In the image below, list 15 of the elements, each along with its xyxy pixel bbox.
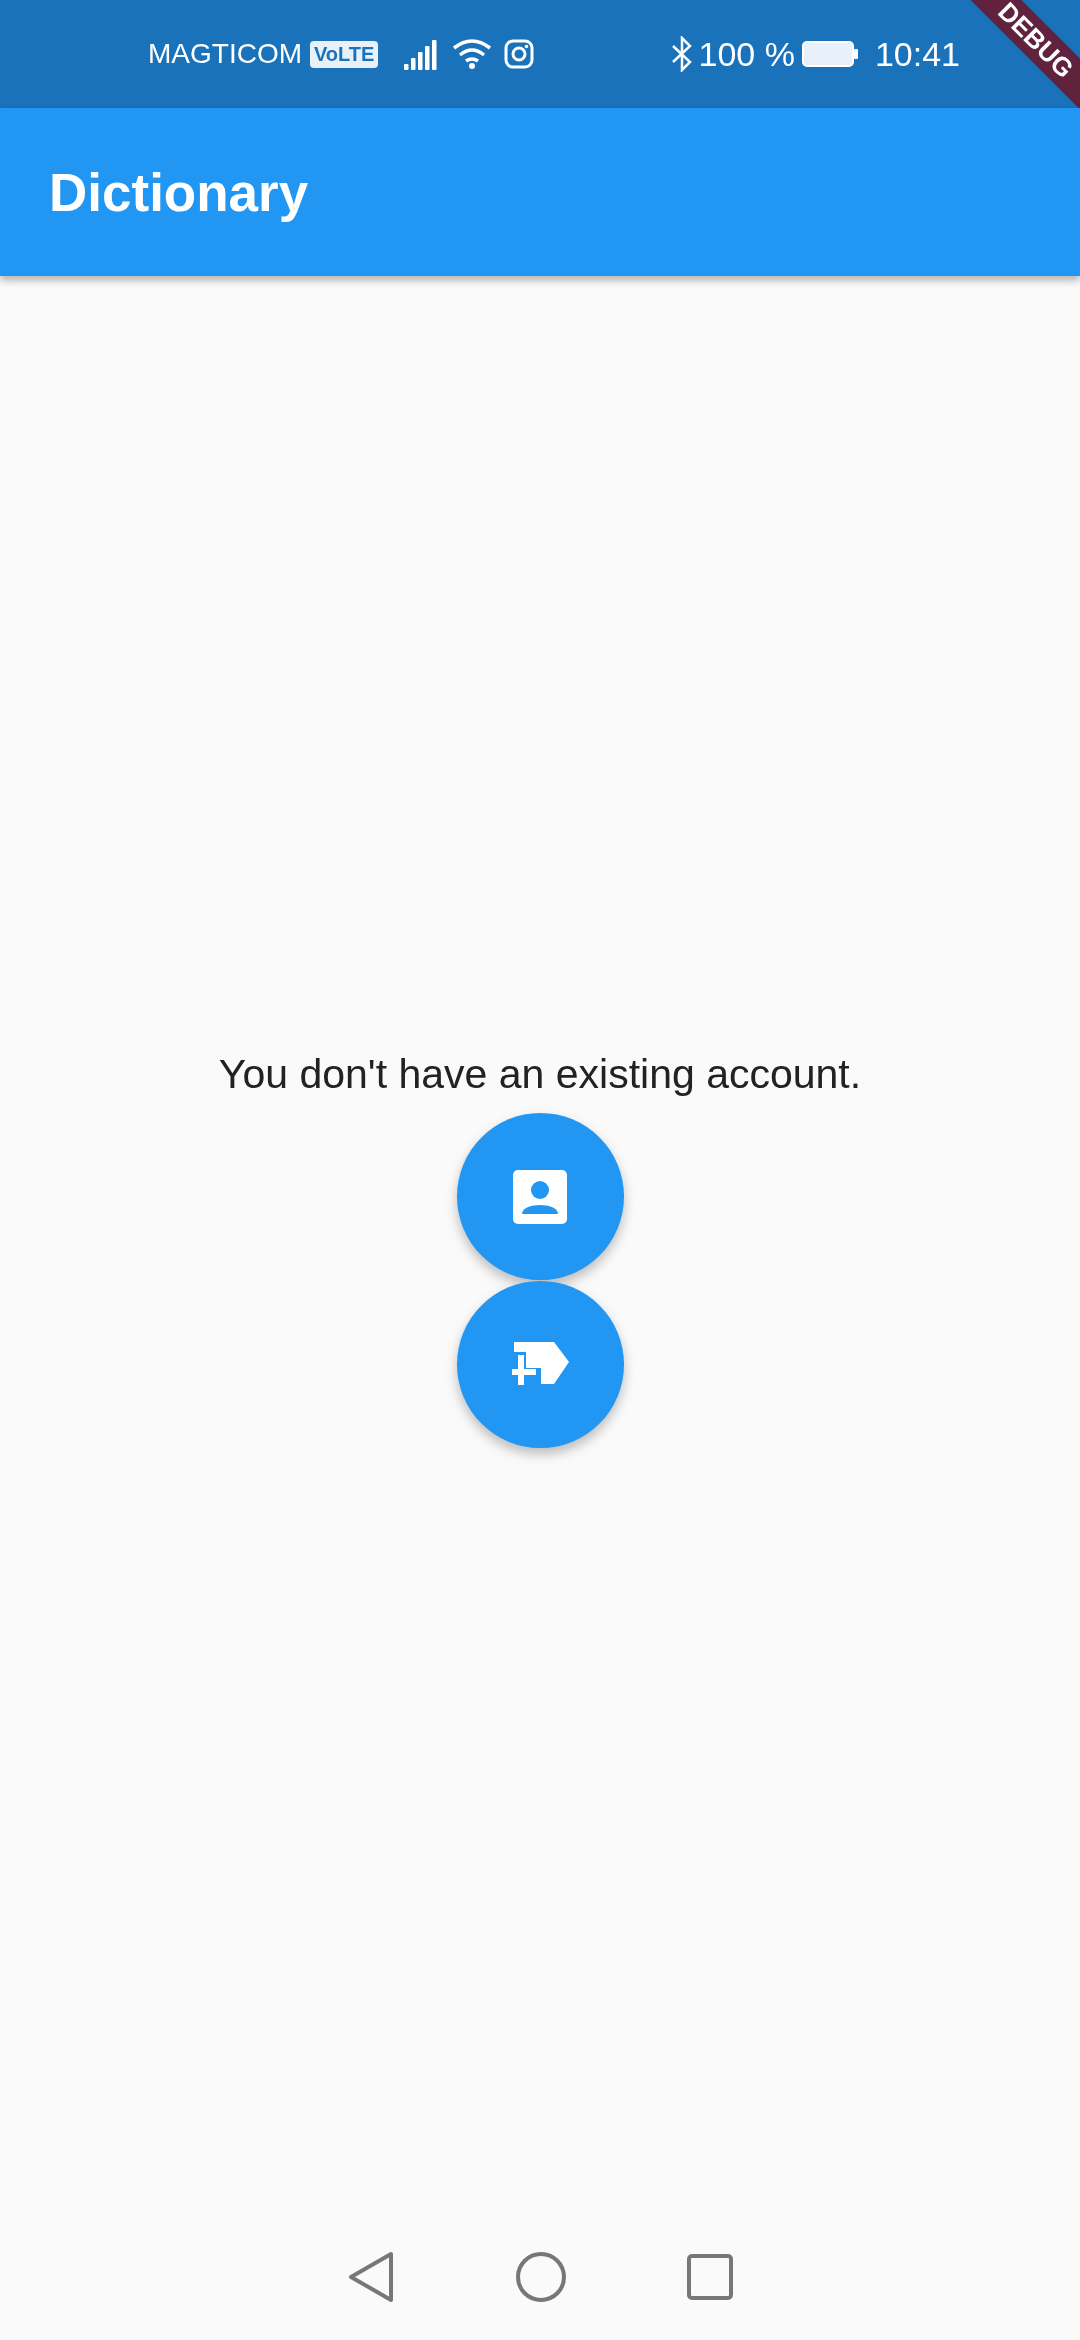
recents-icon[interactable] [687,2254,733,2300]
home-icon[interactable] [515,2251,567,2303]
carrier-name: MAGTICOM [148,38,302,70]
instagram-icon [504,39,535,69]
empty-message: You don't have an existing account. [218,1052,862,1096]
add-label-icon [511,1341,569,1388]
bluetooth-icon [670,36,693,72]
battery-percentage: 100 % [698,34,795,74]
app-title: Dictionary [49,161,309,223]
back-icon[interactable] [347,2251,395,2303]
battery-icon [800,40,859,68]
clock-time: 10:41 [874,34,960,74]
volte-badge: VoLTE [310,40,379,68]
contact-card-icon [513,1169,567,1224]
wifi-icon [452,38,493,70]
